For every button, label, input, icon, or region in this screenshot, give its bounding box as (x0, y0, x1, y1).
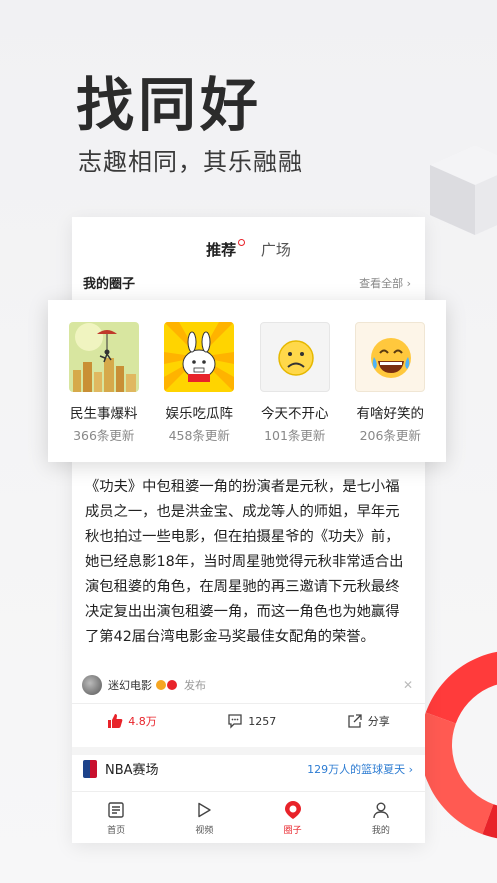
author-badges (156, 680, 178, 690)
nba-name: NBA赛场 (105, 763, 159, 778)
publish-label: 发布 (184, 679, 206, 692)
news-icon (86, 799, 146, 821)
nba-logo-icon (83, 759, 97, 778)
comment-icon (228, 714, 242, 729)
promo-headline: 找同好 (76, 71, 263, 139)
post-text[interactable]: 《功夫》中包租婆一角的扮演者是元秋，是七小福成员之一，也是洪金宝、成龙等人的师姐… (85, 475, 413, 650)
nav-me-label: 我的 (371, 826, 390, 836)
circle-ent-image (164, 322, 235, 392)
nav-me[interactable]: 我的 (351, 799, 411, 836)
circle-item[interactable]: 娱乐吃瓜阵 458条更新 (154, 322, 244, 462)
tab-bar: 推荐 广场 (72, 239, 425, 260)
nav-circle[interactable]: 圈子 (263, 799, 323, 836)
nba-promo-link[interactable]: 129万人的篮球夏天 › (307, 761, 413, 777)
nav-home[interactable]: 首页 (86, 799, 146, 836)
my-circles-popup: 民生事爆料 366条更新 娱乐吃瓜阵 458条更新 今天不开心 101条更新 有… (48, 300, 446, 462)
section-divider (72, 747, 425, 755)
new-dot-icon (238, 239, 246, 246)
nav-video[interactable]: 视频 (174, 799, 234, 836)
nav-circle-label: 圈子 (283, 826, 302, 836)
divider (72, 703, 425, 704)
circle-count: 206条更新 (359, 428, 421, 443)
nba-promo-label: 129万人的篮球夏天 (307, 762, 406, 776)
circle-name: 娱乐吃瓜阵 (165, 406, 234, 422)
circle-item[interactable]: 今天不开心 101条更新 (250, 322, 340, 462)
my-circles-header: 我的圈子 查看全部 › (83, 273, 411, 293)
circle-sad-image (259, 322, 330, 392)
circle-name: 有啥好笑的 (356, 406, 425, 422)
circle-name: 今天不开心 (261, 406, 329, 422)
post-author-row: 迷幻电影 发布 ✕ (82, 675, 413, 695)
post-actions: 4.8万 1257 分享 (72, 713, 425, 729)
badge-icon (156, 680, 166, 690)
circle-count: 366条更新 (73, 428, 135, 443)
tab-recommend-label: 推荐 (206, 241, 237, 259)
circle-news-image (68, 322, 139, 392)
comment-count: 1257 (248, 714, 277, 728)
author-name[interactable]: 迷幻电影 (108, 677, 152, 693)
avatar[interactable] (82, 675, 102, 695)
bottom-nav: 首页 视频 圈子 我的 (72, 791, 425, 843)
nav-home-label: 首页 (107, 826, 126, 836)
see-all-label: 查看全部 (359, 276, 404, 290)
like-button[interactable]: 4.8万 (107, 713, 157, 729)
close-icon[interactable]: ✕ (403, 678, 413, 692)
share-button[interactable]: 分享 (347, 713, 390, 729)
play-icon (174, 799, 234, 821)
circle-item[interactable]: 有啥好笑的 206条更新 (345, 322, 435, 462)
thumbs-up-icon (108, 714, 123, 728)
circle-name: 民生事爆料 (70, 406, 138, 422)
my-circles-title: 我的圈子 (83, 277, 136, 292)
see-all-link[interactable]: 查看全部 › (359, 275, 411, 291)
nav-video-label: 视频 (195, 826, 214, 836)
circle-item[interactable]: 民生事爆料 366条更新 (59, 322, 149, 462)
circle-pin-icon (263, 799, 323, 821)
comment-button[interactable]: 1257 (227, 713, 276, 729)
badge-icon (167, 680, 177, 690)
circle-count: 458条更新 (168, 428, 230, 443)
user-icon (351, 799, 411, 821)
tab-recommend[interactable]: 推荐 (206, 239, 246, 260)
circle-funny-image (355, 322, 426, 392)
tab-square[interactable]: 广场 (261, 239, 291, 260)
nba-circle-row[interactable]: NBA赛场 129万人的篮球夏天 › (83, 759, 413, 778)
cube-decoration (430, 145, 497, 235)
like-count: 4.8万 (128, 715, 157, 728)
share-label: 分享 (367, 715, 390, 728)
promo-subhead: 志趣相同，其乐融融 (78, 148, 303, 176)
chevron-right-icon: › (406, 276, 411, 290)
circle-count: 101条更新 (264, 428, 326, 443)
chevron-right-icon: › (408, 762, 413, 776)
share-icon (348, 714, 362, 728)
